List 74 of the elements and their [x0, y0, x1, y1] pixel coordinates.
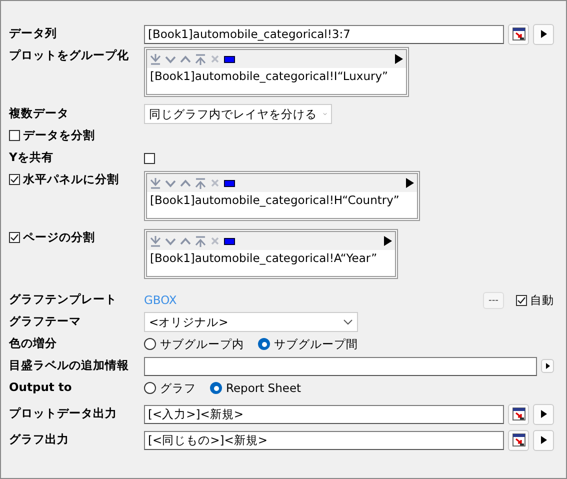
field-label: グラフテーマ	[9, 313, 81, 330]
color-swatch-icon[interactable]	[224, 56, 235, 62]
field-label: グラフ出力	[9, 431, 69, 448]
field-label: 複数データ	[9, 105, 69, 122]
list-item[interactable]: [Book1]automobile_categorical!A“Year”	[147, 250, 396, 276]
move-top-icon[interactable]	[195, 54, 206, 64]
checkbox[interactable]	[144, 152, 155, 164]
field-label: データ列	[9, 25, 57, 42]
move-bottom-icon[interactable]	[150, 54, 161, 64]
field-label: ページの分割	[23, 229, 95, 246]
browse-button[interactable]	[508, 24, 529, 44]
arrow-button[interactable]	[533, 24, 554, 44]
arrow-button[interactable]	[533, 404, 554, 424]
sheet-icon	[512, 407, 526, 421]
field-label: Yを共有	[9, 149, 54, 166]
play-icon	[538, 409, 548, 419]
play-icon	[544, 363, 550, 369]
checkbox[interactable]	[516, 294, 527, 306]
input-field[interactable]: [<同じもの>]<新規>	[144, 430, 504, 450]
checkbox[interactable]	[9, 174, 20, 184]
sheet-icon	[512, 433, 526, 447]
checkbox[interactable]	[9, 232, 20, 242]
input-field[interactable]: [Book1]automobile_categorical!3:7	[144, 24, 504, 44]
radio-label: サブグループ間	[274, 336, 358, 352]
list-box[interactable]: [Book1]automobile_categorical!A“Year”	[144, 229, 398, 279]
arrow-button[interactable]	[533, 430, 554, 450]
field-label: Output to	[9, 379, 72, 396]
color-swatch-icon[interactable]	[224, 180, 235, 186]
play-icon	[538, 29, 548, 39]
field-label: プロットデータ出力	[9, 405, 117, 422]
radio-button[interactable]	[144, 338, 156, 350]
list-item[interactable]: [Book1]automobile_categorical!I“Luxury”	[147, 68, 406, 94]
field-label: 色の増分	[9, 335, 57, 352]
sheet-icon	[512, 27, 526, 41]
field-label: プロットをグループ化	[9, 47, 129, 64]
list-box[interactable]: [Book1]automobile_categorical!I“Luxury”	[144, 47, 410, 97]
checkbox-label: データを分割	[23, 127, 95, 144]
radio-button[interactable]	[144, 382, 156, 394]
move-up-icon[interactable]	[180, 178, 191, 188]
checkbox-label: 自動	[530, 292, 554, 308]
radio-label: Report Sheet	[226, 381, 302, 395]
play-icon[interactable]	[384, 236, 392, 246]
list-box[interactable]: [Book1]automobile_categorical!H“Country”	[144, 171, 420, 221]
play-icon[interactable]	[395, 54, 404, 64]
browse-button[interactable]	[508, 404, 529, 424]
browse-button[interactable]: ---	[483, 292, 504, 308]
field-label: 水平パネルに分割	[23, 171, 119, 188]
radio-button[interactable]	[210, 382, 222, 394]
dropdown[interactable]: <オリジナル>	[144, 312, 358, 332]
color-swatch-icon[interactable]	[224, 238, 235, 244]
move-top-icon[interactable]	[195, 236, 206, 246]
radio-label: グラフ	[160, 380, 196, 396]
move-down-icon[interactable]	[165, 236, 176, 246]
move-top-icon[interactable]	[195, 178, 206, 188]
move-up-icon[interactable]	[180, 236, 191, 246]
move-up-icon[interactable]	[180, 54, 191, 64]
move-down-icon[interactable]	[165, 54, 176, 64]
checkbox[interactable]	[9, 130, 20, 140]
list-item[interactable]: [Book1]automobile_categorical!H“Country”	[147, 192, 418, 218]
field-label: 目盛ラベルの追加情報	[9, 357, 129, 374]
radio-label: サブグループ内	[160, 336, 244, 352]
move-bottom-icon[interactable]	[150, 178, 161, 188]
play-icon	[538, 435, 548, 445]
browse-button[interactable]	[508, 430, 529, 450]
arrow-button[interactable]	[541, 359, 554, 373]
move-bottom-icon[interactable]	[150, 236, 161, 246]
move-down-icon[interactable]	[165, 178, 176, 188]
play-icon[interactable]	[406, 178, 414, 188]
input-field[interactable]: [<入力>]<新規>	[144, 404, 504, 424]
radio-button[interactable]	[258, 338, 270, 350]
input-field[interactable]	[144, 356, 537, 376]
chevron-icon	[343, 319, 353, 325]
field-label: グラフテンプレート	[9, 291, 117, 308]
dropdown[interactable]: 同じグラフ内でレイヤを分ける	[144, 104, 332, 124]
